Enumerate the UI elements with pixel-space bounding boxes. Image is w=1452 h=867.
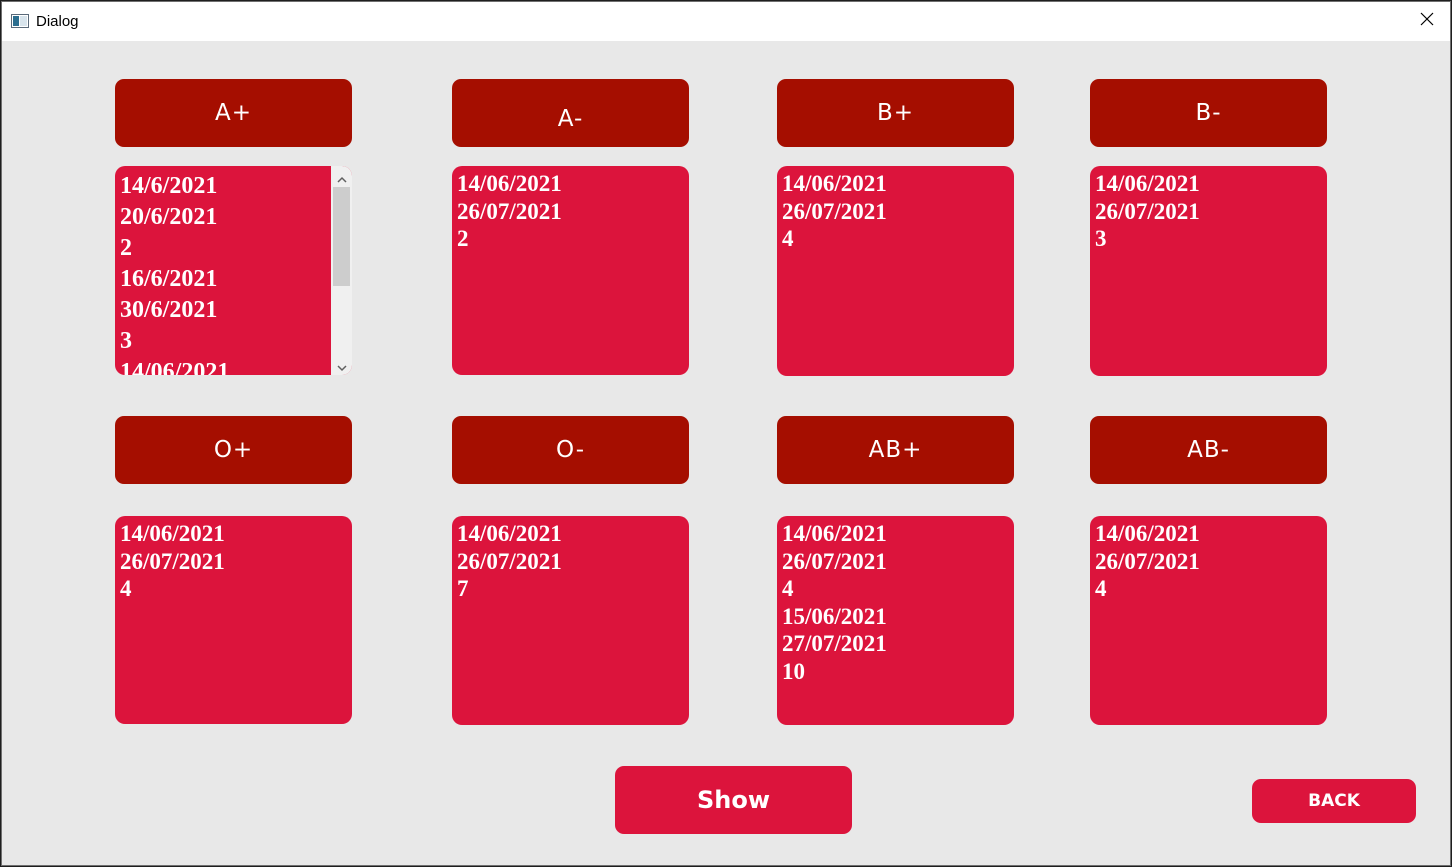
list-item[interactable]: 26/07/2021: [782, 548, 1014, 576]
list-item[interactable]: 20/6/2021: [120, 202, 331, 233]
blood-type-button-o-positive[interactable]: O+: [115, 416, 352, 484]
list-item[interactable]: 30/6/2021: [120, 295, 331, 326]
show-button[interactable]: Show: [615, 766, 852, 834]
dialog-window: Dialog A+ A- B+ B- 14/6/2021 20/6/2021 2…: [1, 1, 1451, 866]
list-item[interactable]: 26/07/2021: [1095, 548, 1327, 576]
list-item[interactable]: 3: [120, 326, 331, 357]
list-item[interactable]: 14/6/2021: [120, 171, 331, 202]
blood-type-button-b-negative[interactable]: B-: [1090, 79, 1327, 147]
list-item[interactable]: 26/07/2021: [782, 198, 1014, 226]
list-item[interactable]: 14/06/2021: [782, 520, 1014, 548]
back-button[interactable]: BACK: [1252, 779, 1416, 823]
chevron-down-icon: [336, 352, 347, 375]
blood-type-button-b-positive[interactable]: B+: [777, 79, 1014, 147]
window-title: Dialog: [36, 13, 79, 30]
list-item[interactable]: 14/06/2021: [120, 357, 331, 375]
scroll-down-button[interactable]: [331, 355, 352, 375]
list-item[interactable]: 4: [1095, 575, 1327, 603]
list-item[interactable]: 15/06/2021: [782, 603, 1014, 631]
scroll-up-button[interactable]: [331, 166, 352, 186]
donation-list-o-negative[interactable]: 14/06/2021 26/07/2021 7: [452, 516, 689, 725]
list-item[interactable]: 26/07/2021: [457, 198, 689, 226]
window-app-icon: [11, 14, 29, 28]
list-item[interactable]: 14/06/2021: [457, 520, 689, 548]
blood-type-label: B+: [876, 100, 915, 126]
title-bar: Dialog: [2, 2, 1450, 41]
list-item[interactable]: 26/07/2021: [1095, 198, 1327, 226]
blood-type-label: A-: [557, 106, 584, 132]
list-item[interactable]: 10: [782, 658, 1014, 686]
donation-list-a-negative[interactable]: 14/06/2021 26/07/2021 2: [452, 166, 689, 375]
back-button-label: BACK: [1308, 791, 1360, 811]
blood-type-button-ab-positive[interactable]: AB+: [777, 416, 1014, 484]
list-item[interactable]: 26/07/2021: [457, 548, 689, 576]
blood-type-label: B-: [1195, 100, 1222, 126]
blood-type-button-ab-negative[interactable]: AB-: [1090, 416, 1327, 484]
close-button[interactable]: [1404, 2, 1450, 41]
list-item[interactable]: 3: [1095, 225, 1327, 253]
blood-type-button-a-positive[interactable]: A+: [115, 79, 352, 147]
list-item[interactable]: 14/06/2021: [1095, 170, 1327, 198]
show-button-label: Show: [696, 786, 771, 814]
list-item[interactable]: 2: [120, 233, 331, 264]
list-item[interactable]: 14/06/2021: [120, 520, 352, 548]
donation-list-a-positive[interactable]: 14/6/2021 20/6/2021 2 16/6/2021 30/6/202…: [115, 166, 352, 375]
donation-list-b-negative[interactable]: 14/06/2021 26/07/2021 3: [1090, 166, 1327, 376]
vertical-scrollbar[interactable]: [331, 166, 352, 375]
blood-type-button-o-negative[interactable]: O-: [452, 416, 689, 484]
list-item[interactable]: 4: [782, 225, 1014, 253]
list-item[interactable]: 4: [120, 575, 352, 603]
blood-type-button-a-negative[interactable]: A-: [452, 79, 689, 147]
donation-list-b-positive[interactable]: 14/06/2021 26/07/2021 4: [777, 166, 1014, 376]
list-item[interactable]: 4: [782, 575, 1014, 603]
list-item[interactable]: 14/06/2021: [457, 170, 689, 198]
scroll-thumb[interactable]: [333, 187, 350, 286]
list-item[interactable]: 16/6/2021: [120, 264, 331, 295]
blood-type-label: O+: [213, 437, 254, 463]
blood-type-label: AB+: [868, 437, 923, 463]
list-item[interactable]: 7: [457, 575, 689, 603]
donation-list-o-positive[interactable]: 14/06/2021 26/07/2021 4: [115, 516, 352, 724]
chevron-up-icon: [336, 166, 347, 189]
blood-type-label: AB-: [1187, 437, 1230, 463]
list-item[interactable]: 14/06/2021: [782, 170, 1014, 198]
blood-type-label: O-: [555, 437, 586, 463]
list-item[interactable]: 26/07/2021: [120, 548, 352, 576]
list-item[interactable]: 2: [457, 225, 689, 253]
list-item[interactable]: 14/06/2021: [1095, 520, 1327, 548]
blood-type-label: A+: [214, 100, 252, 126]
list-item[interactable]: 27/07/2021: [782, 630, 1014, 658]
donation-list-ab-negative[interactable]: 14/06/2021 26/07/2021 4: [1090, 516, 1327, 725]
close-icon: [1420, 12, 1434, 31]
donation-list-ab-positive[interactable]: 14/06/2021 26/07/2021 4 15/06/2021 27/07…: [777, 516, 1014, 725]
